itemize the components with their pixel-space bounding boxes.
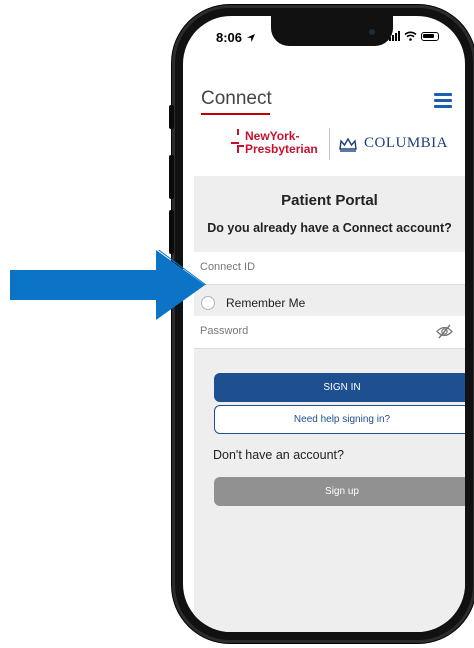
status-time-text: 8:06 [216, 30, 243, 45]
volume-up-button [169, 155, 174, 199]
connect-id-field[interactable]: Connect ID [194, 252, 465, 285]
camera [369, 29, 375, 35]
nyp-bracket-bottom [237, 145, 244, 153]
pointer-arrow-icon [10, 250, 207, 320]
location-arrow-icon [246, 34, 255, 42]
app-name-underline [201, 113, 270, 115]
sign-in-label: SIGN IN [323, 382, 361, 393]
eye-slash-icon[interactable] [436, 324, 453, 339]
portal-title: Patient Portal [281, 192, 378, 209]
nyp-line2: Presbyterian [245, 142, 318, 156]
nyp-bracket-top-vertical [237, 129, 239, 135]
status-icons [389, 30, 439, 42]
no-account-text: Don't have an account? [213, 448, 344, 462]
volume-down-button [169, 210, 174, 254]
nyp-logo-text: NewYork- Presbyterian [245, 130, 318, 156]
sign-up-label: Sign up [325, 486, 359, 497]
remember-me-label: Remember Me [226, 296, 306, 310]
columbia-logo: COLUMBIA [338, 135, 448, 152]
crown-icon [339, 137, 357, 152]
notch [271, 16, 393, 46]
status-time: 8:06 [216, 30, 256, 45]
phone-screen: 8:06 Connect NewYork- Presbyterian COLUM… [183, 16, 465, 632]
sign-in-button[interactable]: SIGN IN [214, 373, 465, 402]
help-signing-in-label: Need help signing in? [293, 414, 391, 425]
account-question: Do you already have a Connect account? [207, 221, 452, 235]
wifi-icon [404, 31, 417, 41]
nyp-logo: NewYork- Presbyterian [231, 129, 325, 159]
battery-icon [421, 31, 439, 41]
remember-me-row: Remember Me [194, 288, 465, 316]
silent-switch [169, 105, 174, 129]
phone-frame: 8:06 Connect NewYork- Presbyterian COLUM… [169, 5, 474, 643]
logo-divider [329, 128, 330, 160]
signal-icon [389, 31, 400, 41]
sign-up-button[interactable]: Sign up [214, 477, 465, 506]
login-panel: Patient Portal Do you already have a Con… [194, 176, 465, 632]
app-name: Connect [201, 88, 272, 109]
help-signing-in-button[interactable]: Need help signing in? [214, 405, 465, 434]
menu-icon[interactable] [434, 93, 452, 108]
password-placeholder: Password [200, 325, 249, 337]
columbia-text: COLUMBIA [364, 135, 449, 151]
password-field[interactable]: Password [194, 316, 465, 349]
